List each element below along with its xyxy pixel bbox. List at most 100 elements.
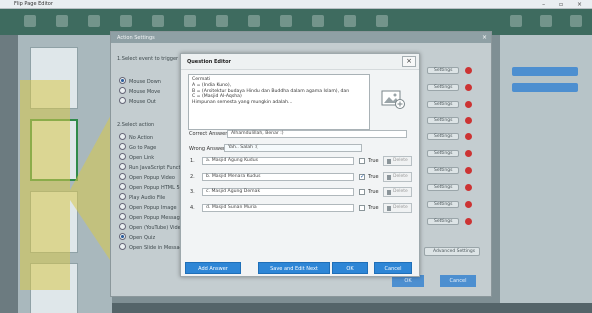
action-cancel-label: Cancel <box>449 278 467 284</box>
action-radio[interactable]: Open Popup HTML 5 <box>119 183 180 191</box>
settings-row: Settings <box>427 132 489 141</box>
action-radio[interactable]: Open Popup Video <box>119 173 175 181</box>
toolbar-icon[interactable] <box>216 15 228 27</box>
toolbar-icon[interactable] <box>120 15 132 27</box>
page-thumbnail[interactable] <box>30 119 78 181</box>
answer-number: 4. <box>190 205 195 211</box>
toolbar-icon[interactable] <box>152 15 164 27</box>
ok-button[interactable]: OK <box>332 262 368 274</box>
settings-button[interactable]: Settings <box>427 84 459 91</box>
action-radio[interactable]: Open Link <box>119 153 154 161</box>
settings-button[interactable]: Settings <box>427 218 459 225</box>
true-checkbox[interactable] <box>359 205 365 211</box>
delete-icon[interactable] <box>465 218 472 225</box>
answer-input[interactable]: b. Masjid Menara Kudus <box>202 173 354 181</box>
delete-icon[interactable] <box>465 67 472 74</box>
answer-input[interactable]: d. Masjid Sunan Muria <box>202 204 354 212</box>
settings-row: Settings <box>427 217 489 226</box>
answer-number: 1. <box>190 158 195 164</box>
delete-answer-button[interactable]: Delete <box>383 172 412 182</box>
true-label: True <box>368 174 379 180</box>
window-controls[interactable]: – ▫ × <box>542 1 588 8</box>
answer-input[interactable]: a. Masjid Agung Kudus <box>202 157 354 165</box>
app-title: Flip Page Editor <box>14 1 53 7</box>
true-label: True <box>368 158 379 164</box>
settings-button[interactable]: Settings <box>427 201 459 208</box>
settings-button[interactable]: Settings <box>427 67 459 74</box>
settings-button[interactable]: Settings <box>427 101 459 108</box>
delete-icon[interactable] <box>465 184 472 191</box>
delete-icon[interactable] <box>465 133 472 140</box>
close-icon[interactable]: × <box>402 56 416 67</box>
action-radio[interactable]: Open Popup Message <box>119 213 183 221</box>
toolbar-icon[interactable] <box>280 15 292 27</box>
answer-input[interactable]: c. Masjid Agung Demak <box>202 188 354 196</box>
toolbar-icon[interactable] <box>184 15 196 27</box>
settings-button[interactable]: Settings <box>427 184 459 191</box>
delete-icon[interactable] <box>465 201 472 208</box>
page-thumbnail-panel <box>18 35 112 313</box>
settings-button[interactable]: Settings <box>427 117 459 124</box>
settings-row: Settings <box>427 166 489 175</box>
toolbar-icon[interactable] <box>24 15 36 27</box>
delete-answer-button[interactable]: Delete <box>383 156 412 166</box>
status-bar <box>112 303 592 313</box>
delete-icon[interactable] <box>465 117 472 124</box>
toolbar-icon[interactable] <box>344 15 356 27</box>
settings-row: Settings <box>427 83 489 92</box>
insert-image-icon[interactable] <box>380 88 406 110</box>
true-checkbox[interactable] <box>359 173 365 180</box>
action-radio-open-quiz[interactable]: Open Quiz <box>119 233 155 241</box>
left-tool-strip <box>0 35 18 313</box>
action-cancel-button[interactable]: Cancel <box>440 275 476 287</box>
settings-button[interactable]: Settings <box>427 167 459 174</box>
page-thumbnail[interactable] <box>30 47 78 109</box>
toolbar-icon[interactable] <box>540 15 552 27</box>
delete-icon[interactable] <box>465 101 472 108</box>
page-thumbnail[interactable] <box>30 191 78 253</box>
true-checkbox[interactable] <box>359 158 365 164</box>
delete-answer-button[interactable]: Delete <box>383 187 412 197</box>
properties-button[interactable] <box>512 67 578 76</box>
toolbar-icon[interactable] <box>570 15 582 27</box>
action-radio[interactable]: No Action <box>119 133 153 141</box>
close-icon[interactable]: × <box>482 34 487 41</box>
toolbar-icon[interactable] <box>88 15 100 27</box>
action-radio[interactable]: Play Audio File <box>119 193 165 201</box>
save-edit-next-button[interactable]: Save and Edit Next <box>258 262 330 274</box>
delete-icon[interactable] <box>465 167 472 174</box>
toolbar-icon[interactable] <box>248 15 260 27</box>
settings-button[interactable]: Settings <box>427 133 459 140</box>
properties-button[interactable] <box>512 83 578 92</box>
settings-row: Settings <box>427 149 489 158</box>
delete-answer-button[interactable]: Delete <box>383 203 412 213</box>
settings-button[interactable]: Settings <box>427 150 459 157</box>
correct-answer-label: Correct Answer: <box>189 131 229 137</box>
settings-row: Settings <box>427 100 489 109</box>
toolbar-icon[interactable] <box>510 15 522 27</box>
settings-row: Settings <box>427 183 489 192</box>
action-radio[interactable]: Open Slide in Message <box>119 243 186 251</box>
toolbar-icon[interactable] <box>312 15 324 27</box>
page-thumbnail[interactable] <box>30 263 78 313</box>
answer-row: 1. a. Masjid Agung Kudus True Delete <box>188 156 414 166</box>
delete-icon[interactable] <box>465 150 472 157</box>
action-radio[interactable]: Run JavaScript Function <box>119 163 188 171</box>
action-radio[interactable]: Open (YouTube) Video <box>119 223 184 231</box>
add-answer-button[interactable]: Add Answer <box>185 262 241 274</box>
app-title-bar: Flip Page Editor – ▫ × <box>0 0 592 9</box>
question-text-area[interactable]: Cermati A = (India Kuno), B = (Arsitektu… <box>188 74 370 130</box>
advanced-settings-button[interactable]: Advanced Settings <box>424 247 480 256</box>
event-radio-mouse-out[interactable]: Mouse Out <box>119 97 156 105</box>
correct-answer-input[interactable]: Alhamdulillah, Benar :) <box>227 130 407 138</box>
wrong-answer-input[interactable]: Yah.. Salah :( <box>224 144 362 152</box>
action-radio[interactable]: Go to Page <box>119 143 156 151</box>
cancel-button[interactable]: Cancel <box>374 262 412 274</box>
action-radio[interactable]: Open Popup Image <box>119 203 177 211</box>
true-checkbox[interactable] <box>359 189 365 195</box>
event-radio-mouse-down[interactable]: Mouse Down <box>119 77 161 85</box>
delete-icon[interactable] <box>465 84 472 91</box>
toolbar-icon[interactable] <box>376 15 388 27</box>
event-radio-mouse-move[interactable]: Mouse Move <box>119 87 160 95</box>
toolbar-icon[interactable] <box>56 15 68 27</box>
